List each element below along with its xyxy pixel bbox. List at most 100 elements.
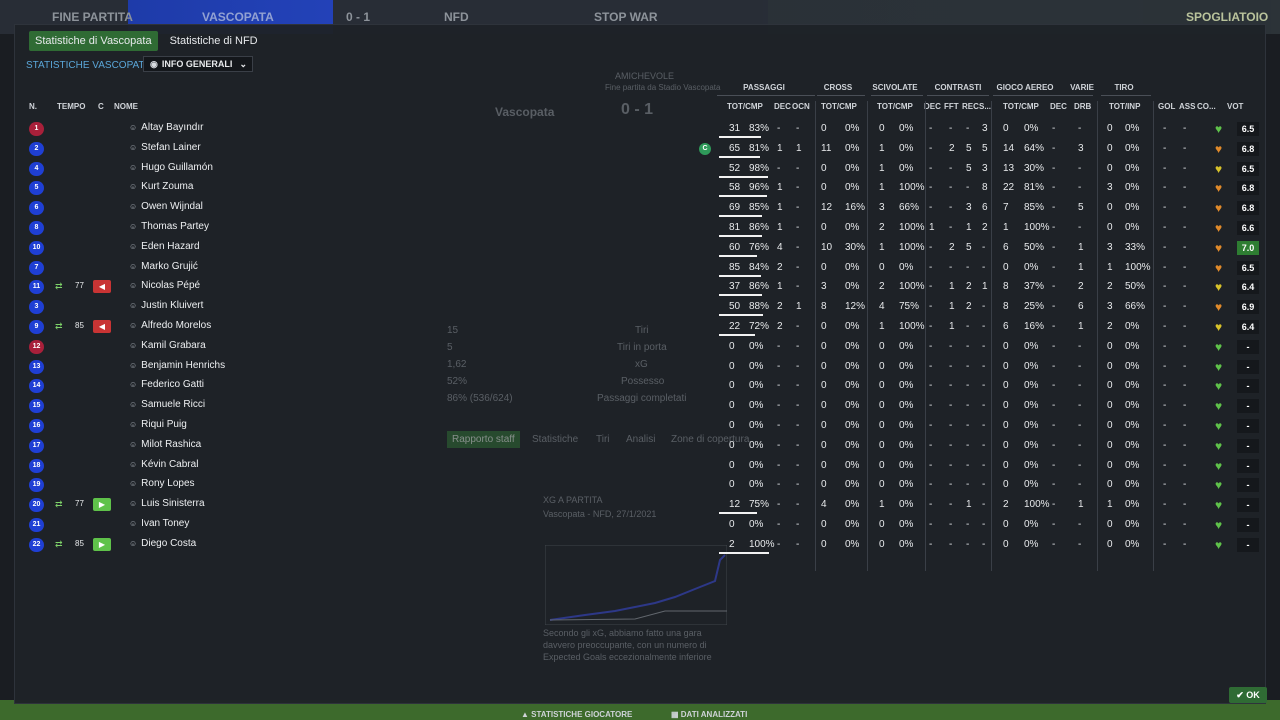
player-name[interactable]: ☺ Diego Costa: [129, 538, 196, 549]
player-name[interactable]: ☺ Benjamin Henrichs: [129, 360, 225, 371]
topbar-spogliatoio[interactable]: SPOGLIATOIO: [1186, 10, 1268, 24]
cell-pas-ocn: -: [796, 123, 800, 134]
table-row[interactable]: 14 ☺ Federico Gatti 0 0% - -0 0% 0 0% - - - -0 0% - -0 0%…: [15, 376, 1267, 396]
cell-assists: -: [1183, 360, 1187, 372]
table-row[interactable]: 3 ☺ Justin Kluivert 50 88% 2 1 8 12% 4 75% -1 2-8 25%…: [15, 297, 1267, 317]
player-name[interactable]: ☺ Nicolas Pépé: [129, 280, 200, 291]
table-row[interactable]: 22 ⇄ 85 ▶ ☺ Diego Costa 2 100% - -0 0% 0 0% - - - -0 0% - -…: [15, 535, 1267, 555]
table-row[interactable]: 20 ⇄ 77 ▶ ☺ Luis Sinisterra 12 75% - -4 0% 1 0% - -1-2…: [15, 495, 1267, 515]
player-name[interactable]: ☺ Milot Rashica: [129, 439, 201, 450]
cell-pas-total: 0: [729, 420, 735, 431]
col-header-vot[interactable]: VOT: [1227, 102, 1243, 111]
cell-shots-pct: 100%: [1125, 261, 1151, 273]
col-header-gol[interactable]: GOL: [1158, 102, 1175, 111]
table-row[interactable]: 6 ☺ Owen Wijndal 69 85% 1-12 16% 3 66% - -3 6 7 85% -5…: [15, 198, 1267, 218]
rating-badge: -: [1237, 478, 1259, 493]
col-header-pas-tot[interactable]: TOT/CMP: [727, 102, 763, 111]
col-header-fft[interactable]: FFT: [944, 102, 959, 111]
col-header-dec[interactable]: DEC: [924, 102, 941, 111]
cell-ga-pct: 37%: [1024, 281, 1045, 293]
player-name[interactable]: ☺ Owen Wijndal: [129, 201, 203, 212]
col-header-ga-tot[interactable]: TOT/CMP: [1003, 102, 1039, 111]
cell-shots-total: 0: [1107, 400, 1113, 412]
player-name[interactable]: ☺ Kévin Cabral: [129, 459, 198, 470]
cell-sc-pct: 100%: [899, 241, 925, 253]
view-select-dropdown[interactable]: ◉ INFO GENERALI ⌄: [143, 56, 253, 72]
player-name[interactable]: ☺ Riqui Puig: [129, 419, 187, 430]
cell-drb: 1: [1078, 241, 1084, 253]
table-row[interactable]: 13 ☺ Benjamin Henrichs 0 0% - -0 0% 0 0% - - - -0 0% - -…: [15, 357, 1267, 377]
col-header-sc-tot[interactable]: TOT/CMP: [877, 102, 913, 111]
player-name[interactable]: ☺ Thomas Partey: [129, 221, 209, 232]
table-row[interactable]: 10 ☺ Eden Hazard 60 76% 4-10 30% 1 100% -2 5-6 50% -…: [15, 238, 1267, 258]
analyzed-data-link[interactable]: ▦ DATI ANALIZZATI: [671, 710, 747, 719]
table-row[interactable]: 5 ☺ Kurt Zouma 58 96% 1-0 0% 1 100% - - -8 22 81% - -3 0…: [15, 178, 1267, 198]
table-row[interactable]: 11 ⇄ 77 ◀ ☺ Nicolas Pépé 37 86% 1-3 0% 2 100% -1 2 1 8 3…: [15, 277, 1267, 297]
cell-pas-pct: 72%: [749, 321, 770, 332]
tab-vascopata-stats[interactable]: Statistiche di Vascopata: [29, 31, 158, 51]
cell-contr-s: -: [982, 261, 986, 273]
table-row[interactable]: 1 ☺ Altay Bayındır 31 83% - -0 0% 0 0% - - -3 0 0% - -0 0…: [15, 119, 1267, 139]
player-name[interactable]: ☺ Ivan Toney: [129, 518, 189, 529]
player-stats-link[interactable]: ▲ STATISTICHE GIOCATORE: [521, 710, 632, 719]
ok-button[interactable]: ✔ OK: [1229, 687, 1267, 703]
player-name[interactable]: ☺ Alfredo Morelos: [129, 320, 211, 331]
col-header-ga-dec[interactable]: DEC: [1050, 102, 1067, 111]
col-header-nome[interactable]: NOME: [114, 102, 138, 111]
player-name[interactable]: ☺ Samuele Ricci: [129, 399, 205, 410]
tab-nfd-stats[interactable]: Statistiche di NFD: [164, 31, 264, 51]
table-row[interactable]: 17 ☺ Milot Rashica 0 0% - -0 0% 0 0% - - - -0 0% - -0 0% -…: [15, 436, 1267, 456]
player-name[interactable]: ☺ Marko Grujić: [129, 261, 198, 272]
col-header-s[interactable]: S...: [979, 102, 991, 111]
table-row[interactable]: 7 ☺ Marko Grujić 85 84% 2-0 0% 0 0% - - - -0 0% -1 1 100…: [15, 258, 1267, 278]
col-header-drb[interactable]: DRB: [1074, 102, 1091, 111]
shirt-number-badge: 6: [29, 201, 44, 216]
col-header-co[interactable]: CO...: [1197, 102, 1216, 111]
player-name[interactable]: ☺ Kurt Zouma: [129, 181, 193, 192]
col-header-ass[interactable]: ASS: [1179, 102, 1195, 111]
player-name-text: Kamil Grabara: [141, 339, 206, 351]
col-header-tiro-tot[interactable]: TOT/INP: [1109, 102, 1140, 111]
cell-contr-rec: -: [966, 400, 970, 412]
cell-pas-dec: -: [777, 538, 781, 550]
cell-cross-total: 0: [821, 459, 827, 471]
cell-cross-total: 8: [821, 301, 827, 313]
shirt-number-badge: 1: [29, 122, 44, 136]
condition-heart-icon: ♥: [1215, 379, 1223, 394]
table-row[interactable]: 9 ⇄ 85 ◀ ☺ Alfredo Morelos 22 72% 2-0 0% 1 100% -1- -…: [15, 317, 1267, 337]
table-row[interactable]: 2 ☺ Stefan Lainer C 65 81% 1 1 11 0% 1 0% -2 5 5 14 64% -…: [15, 139, 1267, 159]
table-row[interactable]: 16 ☺ Riqui Puig 0 0% - -0 0% 0 0% - - - -0 0% - -0 0% - - ♥ -: [15, 416, 1267, 436]
table-row[interactable]: 15 ☺ Samuele Ricci 0 0% - -0 0% 0 0% - - - -0 0% - -0 0% -…: [15, 396, 1267, 416]
table-row[interactable]: 19 ☺ Rony Lopes 0 0% - -0 0% 0 0% - - - -0 0% - -0 0% - - ♥ -: [15, 475, 1267, 495]
col-header-c[interactable]: C: [98, 102, 104, 111]
player-name[interactable]: ☺ Justin Kluivert: [129, 300, 203, 311]
cell-pas-dec: 1: [777, 202, 783, 214]
col-header-pas-ocn[interactable]: OCN: [792, 102, 810, 111]
cell-ga-dec: -: [1052, 459, 1056, 471]
col-header-pas-dec[interactable]: DEC: [774, 102, 791, 111]
player-name[interactable]: ☺ Eden Hazard: [129, 241, 200, 252]
table-row[interactable]: 8 ☺ Thomas Partey 81 86% 1-0 0% 2 100% 1-1 2 1 100% -…: [15, 218, 1267, 238]
player-name[interactable]: ☺ Stefan Lainer: [129, 142, 201, 153]
table-row[interactable]: 18 ☺ Kévin Cabral 0 0% - -0 0% 0 0% - - - -0 0% - -0 0% - -…: [15, 456, 1267, 476]
table-row[interactable]: 4 ☺ Hugo Guillamón 52 98% - -0 0% 1 0% - -5 3 13 30% - -…: [15, 159, 1267, 179]
cell-cross-pct: 0%: [845, 400, 860, 412]
player-name[interactable]: ☺ Hugo Guillamón: [129, 162, 213, 173]
player-name[interactable]: ☺ Luis Sinisterra: [129, 498, 205, 509]
pass-completion-bar: [719, 215, 762, 218]
cell-shots-pct: 0%: [1125, 439, 1140, 451]
player-name[interactable]: ☺ Federico Gatti: [129, 379, 204, 390]
player-name[interactable]: ☺ Altay Bayındır: [129, 122, 203, 133]
player-name[interactable]: ☺ Rony Lopes: [129, 478, 195, 489]
col-header-n[interactable]: N.: [29, 102, 37, 111]
table-row[interactable]: 12 ☺ Kamil Grabara 0 0% - -0 0% 0 0% - - - -0 0% - -0 0% -…: [15, 337, 1267, 357]
cell-contr-dec: -: [929, 142, 933, 154]
col-header-rec[interactable]: REC: [962, 102, 979, 111]
table-row[interactable]: 21 ☺ Ivan Toney 0 0% - -0 0% 0 0% - - - -0 0% - -0 0% - - ♥ -: [15, 515, 1267, 535]
cell-shots-total: 0: [1107, 142, 1113, 154]
col-header-tempo[interactable]: TEMPO: [57, 102, 85, 111]
col-header-cross-tot[interactable]: TOT/CMP: [821, 102, 857, 111]
player-name[interactable]: ☺ Kamil Grabara: [129, 340, 206, 351]
cell-contr-fft: -: [949, 360, 953, 372]
cell-shots-pct: 0%: [1125, 479, 1140, 491]
